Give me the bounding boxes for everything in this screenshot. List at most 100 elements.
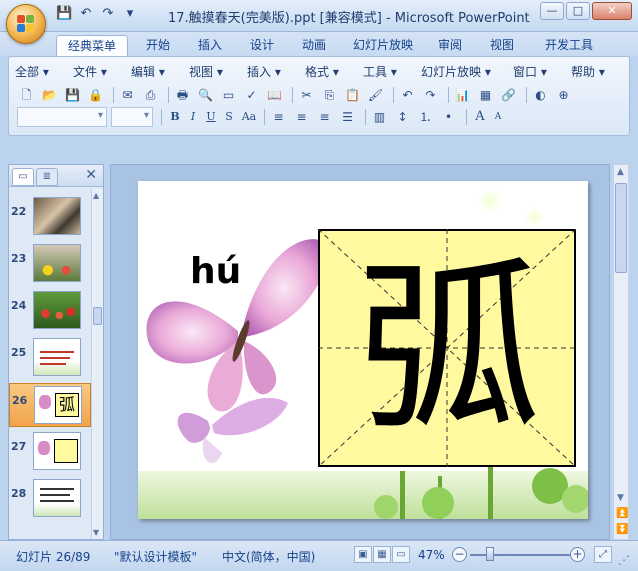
zoom-level[interactable]: 47% [418, 548, 445, 562]
design-template-name[interactable]: "默认设计模板" [114, 548, 197, 565]
slide-thumb[interactable]: 23 [9, 242, 91, 286]
scroll-thumb[interactable] [615, 183, 627, 273]
tab-design[interactable]: 设计 [242, 35, 282, 56]
office-button[interactable] [6, 4, 46, 44]
tab-home[interactable]: 开始 [138, 35, 178, 56]
print-icon[interactable]: 🖶 [173, 86, 192, 104]
slide-thumb[interactable]: 27 [9, 430, 91, 474]
email-icon[interactable]: ✉ [118, 86, 137, 104]
pinyin-text[interactable]: hú [190, 251, 241, 292]
slide-thumb[interactable]: 28 [9, 477, 91, 521]
new-icon[interactable]: 🗋 [17, 86, 36, 104]
shadow-button[interactable]: S [220, 108, 238, 126]
tab-insert[interactable]: 插入 [190, 35, 230, 56]
menu-slideshow[interactable]: 幻灯片放映 ▾ [421, 63, 513, 80]
align-right-icon[interactable]: ≡ [315, 108, 334, 126]
menu-format[interactable]: 格式 ▾ [305, 63, 363, 80]
bold-button[interactable]: B [166, 108, 184, 126]
undo-icon[interactable]: ↶ [398, 86, 417, 104]
scroll-thumb[interactable] [93, 307, 102, 325]
slide-scrollbar[interactable]: ▲ ▼ ⏫ ⏬ [613, 164, 629, 540]
permission-icon[interactable]: 🔒 [86, 86, 105, 104]
shrink-font-button[interactable]: A [489, 108, 507, 126]
italic-button[interactable]: I [184, 108, 202, 126]
outline-tab[interactable]: ≣ [36, 168, 58, 186]
resize-grip-icon[interactable]: ⋰ [618, 553, 630, 567]
redo-icon[interactable]: ↷ [421, 86, 440, 104]
align-left-icon[interactable]: ≡ [269, 108, 288, 126]
save-icon[interactable]: 💾 [56, 6, 72, 22]
next-slide-icon[interactable]: ⏬ [616, 524, 628, 535]
save-icon[interactable]: 💾 [63, 86, 82, 104]
customize-qat-icon[interactable]: ▾ [122, 6, 138, 22]
previous-slide-icon[interactable]: ⏫ [616, 508, 628, 519]
thumbnail-scrollbar[interactable]: ▲ ▼ [91, 189, 103, 539]
font-name-combo[interactable] [17, 107, 107, 127]
slides-tab[interactable]: ▭ [12, 168, 34, 186]
hyperlink-icon[interactable]: 🔗 [499, 86, 518, 104]
research-icon[interactable]: 📖 [265, 86, 284, 104]
change-case-button[interactable]: Aa [238, 108, 260, 126]
slideshow-button[interactable]: ▭ [392, 546, 410, 563]
scroll-up-icon[interactable]: ▲ [617, 167, 624, 177]
tab-review[interactable]: 审阅 [430, 35, 470, 56]
chart-icon[interactable]: 📊 [453, 86, 472, 104]
tab-view[interactable]: 视图 [482, 35, 522, 56]
print-preview-icon[interactable]: 🔍 [196, 86, 215, 104]
grow-font-button[interactable]: A [471, 108, 489, 126]
line-spacing-icon[interactable]: ↕ [393, 108, 412, 126]
close-button[interactable]: ✕ [592, 2, 632, 20]
tian-zi-grid[interactable]: 弧 [318, 229, 576, 467]
slide-thumb[interactable]: 25 [9, 336, 91, 380]
menu-file[interactable]: 文件 ▾ [73, 63, 131, 80]
numbering-icon[interactable]: ⒈ [416, 108, 435, 126]
pdf-icon[interactable]: ⎙ [141, 86, 160, 104]
slide-sorter-button[interactable]: ▦ [373, 546, 391, 563]
columns-icon[interactable]: ▥ [370, 108, 389, 126]
tab-slideshow[interactable]: 幻灯片放映 [346, 35, 420, 56]
tab-developer[interactable]: 开发工具 [534, 35, 604, 56]
scroll-down-icon[interactable]: ▼ [617, 493, 624, 503]
scroll-down-icon[interactable]: ▼ [93, 528, 99, 537]
zoom-out-button[interactable]: − [452, 547, 467, 562]
font-size-combo[interactable] [111, 107, 153, 127]
tab-animation[interactable]: 动画 [294, 35, 334, 56]
cut-icon[interactable]: ✂ [297, 86, 316, 104]
bullets-icon[interactable]: • [439, 108, 458, 126]
align-center-icon[interactable]: ≡ [292, 108, 311, 126]
menu-all[interactable]: 全部 ▾ [15, 63, 73, 80]
menu-insert[interactable]: 插入 ▾ [247, 63, 305, 80]
zoom-in-button[interactable]: + [570, 547, 585, 562]
color-grayscale-icon[interactable]: ◐ [531, 86, 550, 104]
menu-help[interactable]: 帮助 ▾ [571, 63, 615, 80]
panel-close-icon[interactable]: ✕ [85, 167, 97, 183]
normal-view-button[interactable]: ▣ [354, 546, 372, 563]
slide-thumb[interactable]: 22 [9, 195, 91, 239]
menu-edit[interactable]: 编辑 ▾ [131, 63, 189, 80]
format-painter-icon[interactable]: 🖌 [366, 86, 385, 104]
slide-view-icon[interactable]: ▭ [219, 86, 238, 104]
undo-icon[interactable]: ↶ [78, 6, 94, 22]
slide-thumb[interactable]: 24 [9, 289, 91, 333]
copy-icon[interactable]: ⎘ [320, 86, 339, 104]
tab-classic-menu[interactable]: 经典菜单 [56, 35, 128, 56]
zoom-icon[interactable]: ⊕ [554, 86, 573, 104]
table-icon[interactable]: ▦ [476, 86, 495, 104]
minimize-button[interactable]: — [540, 2, 564, 20]
open-icon[interactable]: 📂 [40, 86, 59, 104]
paste-icon[interactable]: 📋 [343, 86, 362, 104]
scroll-up-icon[interactable]: ▲ [93, 191, 99, 200]
menu-tools[interactable]: 工具 ▾ [363, 63, 421, 80]
zoom-slider-track[interactable] [470, 554, 570, 556]
fit-to-window-button[interactable]: ⤢ [594, 546, 612, 563]
menu-view[interactable]: 视图 ▾ [189, 63, 247, 80]
slide-thumb-selected[interactable]: 26 弧 [9, 383, 91, 427]
maximize-button[interactable]: □ [566, 2, 590, 20]
spelling-icon[interactable]: ✓ [242, 86, 261, 104]
menu-window[interactable]: 窗口 ▾ [513, 63, 571, 80]
redo-icon[interactable]: ↷ [100, 6, 116, 22]
zoom-slider-thumb[interactable] [486, 547, 494, 561]
current-slide[interactable]: hú 弧 [138, 181, 588, 519]
language-indicator[interactable]: 中文(简体，中国) [222, 548, 315, 565]
justify-icon[interactable]: ☰ [338, 108, 357, 126]
